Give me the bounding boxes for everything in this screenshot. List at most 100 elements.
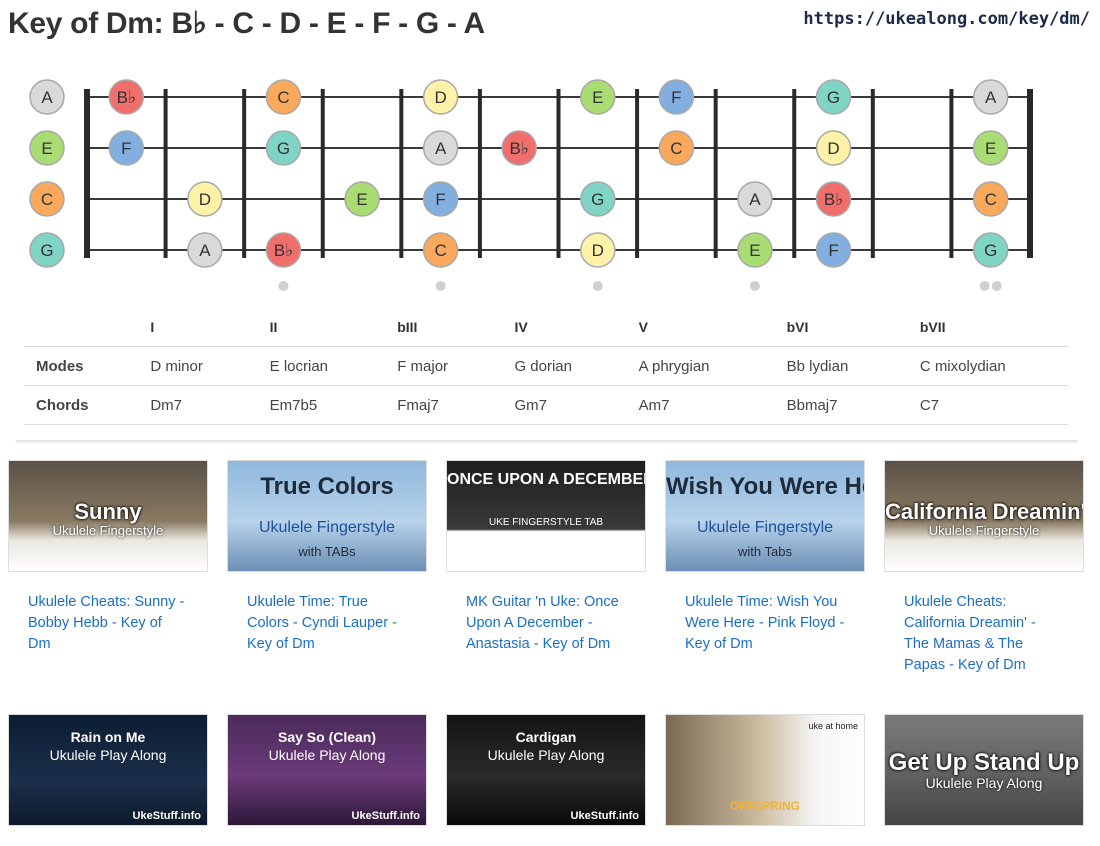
note-label: B♭	[824, 190, 843, 209]
note-label: C	[670, 139, 682, 158]
video-card[interactable]: Wish You Were Here Ukulele Fingerstyle wit…	[665, 460, 865, 655]
note-label: A	[435, 139, 447, 158]
video-card[interactable]: Get Up Stand Up Ukulele Play Along	[884, 714, 1084, 846]
chord-cell: Fmaj7	[385, 385, 503, 425]
video-card[interactable]: Say So (Clean) Ukulele Play Along UkeStuff…	[227, 714, 427, 846]
note-label: B♭	[117, 88, 136, 107]
video-thumbnail[interactable]: Rain on Me Ukulele Play Along UkeStuff.inf…	[8, 714, 208, 826]
fret-marker-dot	[435, 281, 446, 291]
thumbnail-title-text: Cardigan	[515, 729, 577, 745]
thumbnail-subtitle-text: Ukulele Play Along	[487, 747, 605, 763]
note-label: E	[985, 139, 996, 158]
video-card[interactable]: OFFSPRING uke at home	[665, 714, 865, 846]
note-label: D	[199, 190, 211, 209]
note-label: E	[592, 88, 603, 107]
video-thumbnail[interactable]: ONCE UPON A DECEMBER UKE FINGERSTYLE TAB	[446, 460, 646, 572]
degree-header: bIII	[397, 319, 418, 335]
chord-cell: Bbmaj7	[774, 385, 908, 425]
video-card[interactable]: ONCE UPON A DECEMBER UKE FINGERSTYLE TAB M…	[446, 460, 646, 655]
thumbnail-subtitle-text: Ukulele Fingerstyle	[52, 523, 164, 538]
note-label: B♭	[274, 241, 293, 260]
fret-marker-dot	[991, 281, 1002, 291]
thumbnail-subtitle-text: Ukulele Fingerstyle	[258, 519, 396, 536]
thumbnail-footer-text: UkeStuff.info	[132, 810, 201, 822]
note-label: C	[41, 190, 53, 209]
video-thumbnail[interactable]: Say So (Clean) Ukulele Play Along UkeStuff…	[227, 714, 427, 826]
video-card[interactable]: Sunny Ukulele Fingerstyle Ukulele Cheats: …	[8, 460, 208, 655]
mode-cell: G dorian	[502, 346, 627, 386]
video-title-link[interactable]: Ukulele Cheats: California Dreamin' - Th…	[884, 592, 1084, 676]
note-label: A	[199, 241, 211, 260]
video-card[interactable]: True Colors Ukulele Fingerstyle with TABs U…	[227, 460, 427, 655]
thumbnail-title-text: True Colors	[260, 473, 394, 500]
degree-header: bVI	[786, 319, 809, 335]
note-label: D	[434, 88, 446, 107]
video-thumbnail[interactable]: California Dreamin' Ukulele Fingerstyle	[884, 460, 1084, 572]
thumbnail-footer-text: with TABs	[298, 544, 356, 559]
thumbnail-footer-text: UkeStuff.info	[351, 810, 420, 822]
note-label: F	[121, 139, 131, 158]
note-label: D	[592, 241, 604, 260]
thumbnail-title-text: Wish You Were Here	[666, 473, 864, 500]
note-label: D	[827, 139, 839, 158]
modes-row: Modes D minor E locrian F major G dorian A ph…	[24, 346, 1068, 386]
degree-header: II	[269, 319, 278, 335]
mode-cell: E locrian	[257, 346, 386, 386]
degree-header-row: I II bIII IV VbVI bVII	[24, 308, 1068, 347]
page-url-link[interactable]: https://ukealong.com/key/dm/	[803, 9, 1090, 29]
note-label: F	[435, 190, 445, 209]
video-title-link[interactable]: Ukulele Time: True Colors - Cyndi Lauper…	[227, 592, 427, 655]
thumbnail-footer-text: UkeStuff.info	[570, 810, 639, 822]
video-thumbnail[interactable]: OFFSPRING uke at home	[665, 714, 865, 826]
mode-cell: C mixolydian	[907, 346, 1068, 386]
note-label: E	[356, 190, 367, 209]
video-title-link[interactable]: MK Guitar 'n Uke: Once Upon A December -…	[446, 592, 646, 655]
corner-cell	[24, 308, 138, 347]
video-card[interactable]: California Dreamin' Ukulele Fingerstyle Uk…	[884, 460, 1084, 676]
thumbnail-subtitle-text: Ukulele Play Along	[268, 747, 386, 763]
note-label: A	[41, 88, 53, 107]
thumbnail-title-text: Say So (Clean)	[277, 729, 377, 745]
thumbnail-title-text: Rain on Me	[70, 729, 146, 745]
video-card[interactable]: Rain on Me Ukulele Play Along UkeStuff.inf…	[8, 714, 208, 846]
note-label: G	[40, 241, 53, 260]
video-card[interactable]: Cardigan Ukulele Play Along UkeStuff.info	[446, 714, 646, 846]
chords-row-label: Chords	[24, 385, 139, 425]
ukulele-fretboard-diagram: A E C G B♭ C D E F G A F G A B♭ C D E D E F G A B♭ C A B♭ C D E F G	[29, 79, 1033, 291]
video-thumbnail[interactable]: Cardigan Ukulele Play Along UkeStuff.info	[446, 714, 646, 826]
thumbnail-title-text: California Dreamin'	[885, 499, 1084, 524]
mode-cell: D minor	[138, 346, 258, 386]
fret-marker-dot	[592, 281, 603, 291]
thumbnail-subtitle-text: Ukulele Play Along	[49, 747, 167, 763]
chord-cell: Em7b5	[257, 385, 386, 425]
mode-cell: F major	[385, 346, 503, 386]
video-thumbnail[interactable]: Wish You Were Here Ukulele Fingerstyle wit…	[665, 460, 865, 572]
video-thumbnail[interactable]: Sunny Ukulele Fingerstyle	[8, 460, 208, 572]
note-label: C	[985, 190, 997, 209]
thumbnail-title-text: OFFSPRING	[729, 799, 800, 813]
thumbnail-subtitle-text: Ukulele Play Along	[925, 775, 1043, 791]
fret-marker-dot	[979, 281, 990, 291]
scale-degrees-table: I II bIII IV VbVI bVII Modes D minor E locrian F…	[24, 308, 1068, 425]
note-label: A	[985, 88, 997, 107]
note-label: G	[984, 241, 997, 260]
thumbnail-footer-text: uke at home	[808, 721, 858, 731]
thumbnail-title-text: Sunny	[74, 499, 142, 524]
fret-marker-dot	[278, 281, 289, 291]
thumbnail-subtitle-text: UKE FINGERSTYLE TAB	[488, 517, 604, 528]
page-title: Key of Dm: B♭ - C - D - E - F - G - A	[8, 7, 485, 40]
note-label: B♭	[510, 139, 529, 158]
video-title-link[interactable]: Ukulele Cheats: Sunny - Bobby Hebb - Key…	[8, 592, 208, 655]
video-thumbnail[interactable]: Get Up Stand Up Ukulele Play Along	[884, 714, 1084, 826]
chord-cell: Am7	[626, 385, 775, 425]
video-title-link[interactable]: Ukulele Time: Wish You Were Here - Pink …	[665, 592, 865, 655]
chord-cell: Gm7	[502, 385, 627, 425]
note-label: G	[591, 190, 604, 209]
mode-cell: Bb lydian	[774, 346, 908, 386]
note-label: F	[828, 241, 838, 260]
video-thumbnail[interactable]: True Colors Ukulele Fingerstyle with TABs	[227, 460, 427, 572]
note-label: E	[749, 241, 760, 260]
section-divider	[16, 440, 1078, 442]
note-label: C	[277, 88, 289, 107]
degree-header: V	[638, 319, 648, 335]
